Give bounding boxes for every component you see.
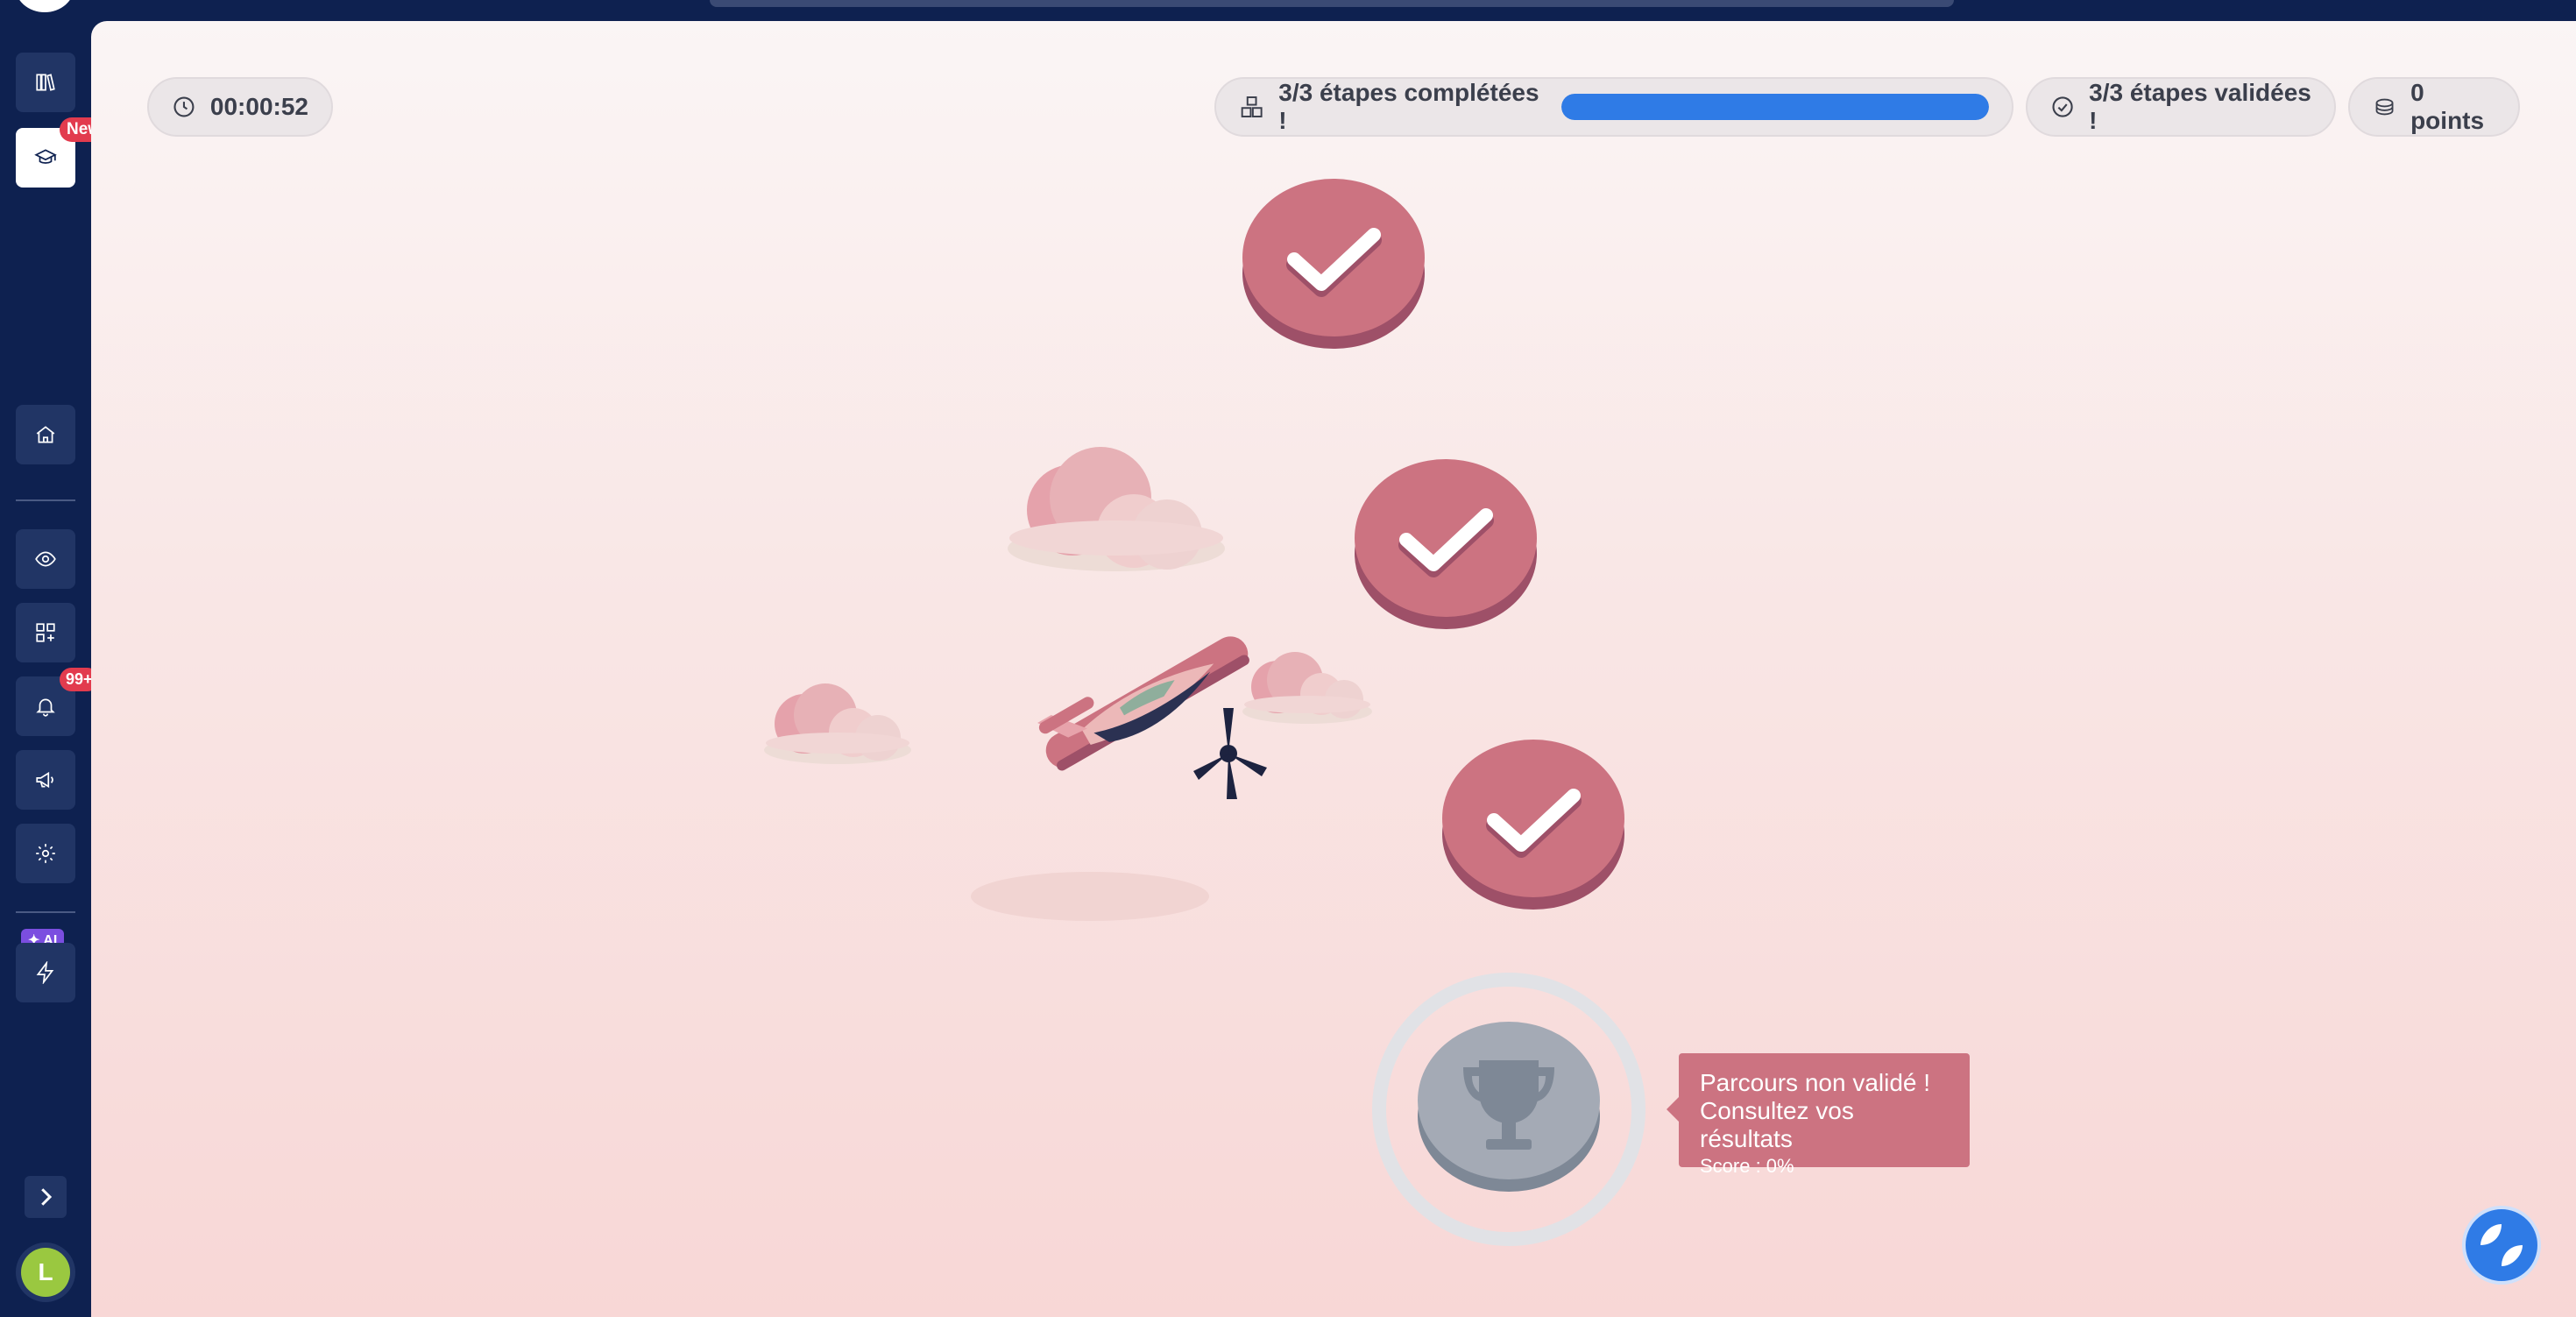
bell-icon [36,698,55,717]
progress-bar [1561,94,1989,120]
step-disc [1355,459,1537,629]
sidebar-divider [16,499,75,501]
eye-icon [35,551,56,567]
books-icon [36,74,55,91]
trophy-disc [1418,1022,1600,1192]
graduation-cap-icon [34,149,57,164]
result-tooltip[interactable]: Parcours non validé ! Consultez vos résu… [1667,1053,1970,1177]
avatar: L [21,1248,70,1297]
airplane-shadow [971,872,1209,921]
ai-button[interactable] [16,943,75,1002]
user-avatar-button[interactable]: L [16,1243,75,1302]
tooltip-score: Score : 0% [1700,1155,1794,1177]
settings-button[interactable] [16,824,75,883]
coins-icon [2375,98,2394,116]
clock-icon [173,96,195,117]
progress-bar-fill [1561,94,1989,120]
step-disc [1442,740,1624,910]
cloud-illustration [764,683,911,764]
chevron-right-icon [41,1188,53,1206]
step-disc [1242,179,1425,349]
help-chat-button[interactable] [2462,1206,2541,1285]
sidebar-divider [16,911,75,913]
top-search-bar[interactable] [710,0,1954,7]
lightning-icon [36,961,54,984]
trophy-button[interactable] [1416,1020,1602,1195]
timer-value: 00:00:52 [209,93,308,120]
completed-steps-label: 3/3 étapes complétées ! [1278,79,1539,134]
tooltip-status: Parcours non validé ! [1700,1069,1931,1096]
main-content: 00:00:52 3/3 étapes complétées ! 3/3 éta… [91,21,2576,1317]
grid-add-icon [36,623,55,642]
home-button[interactable] [16,405,75,464]
completed-steps-pill: 3/3 étapes complétées ! [1214,77,2013,137]
step-1-button[interactable] [1241,177,1426,352]
step-2-button[interactable] [1353,457,1539,633]
apps-button[interactable] [16,603,75,662]
sidebar: New 99+ ✦ AI L [0,0,109,1317]
validated-steps-label: 3/3 étapes validées ! [2089,79,2311,134]
app-logo[interactable] [15,0,74,12]
library-button[interactable] [16,53,75,112]
gear-icon [36,844,55,863]
view-button[interactable] [16,529,75,589]
validated-steps-pill: 3/3 étapes validées ! [2026,77,2336,137]
timer-pill: 00:00:52 [147,77,333,137]
announcements-button[interactable] [16,750,75,810]
cloud-illustration [1008,447,1225,571]
step-3-button[interactable] [1440,738,1626,913]
airplane-illustration [1037,636,1267,799]
help-icon [2480,1224,2523,1266]
blocks-icon [1241,96,1263,117]
points-label: 0 points [2410,79,2485,134]
expand-sidebar-button[interactable] [25,1176,67,1218]
tooltip-results-link[interactable]: Consultez vos résultats [1700,1097,1949,1153]
check-circle-icon [2052,96,2073,117]
home-icon [36,426,55,443]
points-pill: 0 points [2348,77,2520,137]
megaphone-icon [36,771,53,789]
